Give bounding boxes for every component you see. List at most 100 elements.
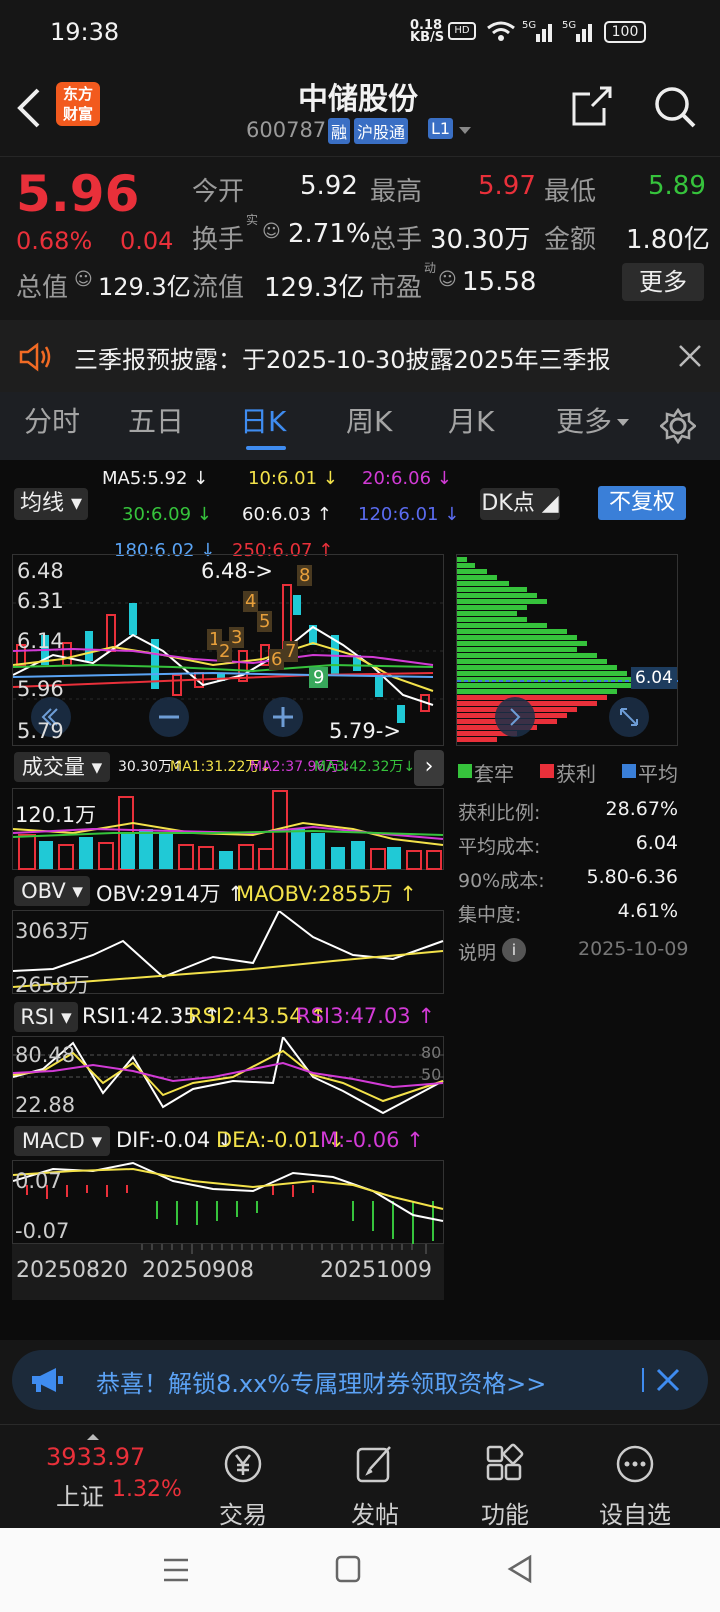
system-nav-bar	[0, 1528, 720, 1612]
chip-stat-label: 获利比例:	[458, 802, 541, 824]
expand-arrow-button[interactable]: ›	[414, 750, 444, 786]
tab-intraday[interactable]: 分时	[24, 392, 80, 460]
chevron-down-icon[interactable]	[458, 126, 472, 136]
signal-5g-icon-2: 5G	[562, 20, 592, 42]
macd-selector[interactable]: MACD ▾	[14, 1126, 110, 1156]
back-icon[interactable]	[506, 1554, 534, 1584]
eastmoney-logo[interactable]: 东方 财富	[56, 82, 100, 126]
gear-icon[interactable]	[660, 408, 696, 444]
promo-banner[interactable]: 恭喜！解锁8.xx%专属理财券领取资格>>	[12, 1350, 708, 1410]
up-arrow-icon	[87, 1434, 99, 1440]
mktcap-value: 129.3亿	[98, 273, 191, 301]
rsi-panel[interactable]: 80.48 22.88 80 50	[12, 1036, 445, 1118]
rsi-selector[interactable]: RSI ▾	[14, 1002, 78, 1032]
dk-point-button[interactable]: DK点 ◢	[480, 488, 560, 520]
index-value: 3933.97	[46, 1443, 146, 1471]
ma20-legend: 20:6.06 ↓	[362, 468, 452, 489]
obv-panel[interactable]: 3063万 2658万	[12, 910, 444, 997]
macd-panel[interactable]: 0.07 -0.07	[12, 1160, 444, 1245]
no-adjust-button[interactable]: 不复权	[598, 486, 686, 520]
nav-watchlist-label: 设自选	[599, 1501, 671, 1529]
turnover-label: 换手	[192, 225, 245, 255]
nine-turn-7: 7	[283, 641, 299, 662]
megaphone-icon	[32, 1368, 63, 1392]
tab-weekly-k[interactable]: 周K	[346, 392, 392, 460]
margin-badge: 融	[328, 118, 351, 144]
close-icon[interactable]	[656, 1368, 680, 1392]
menu-icon[interactable]	[162, 1556, 190, 1584]
speaker-icon	[19, 342, 51, 372]
vol-ma3: MA3:42.32万↓	[314, 759, 416, 775]
search-icon[interactable]	[652, 84, 698, 130]
nav-post-label: 发帖	[351, 1501, 399, 1529]
amount-value: 1.80亿	[626, 225, 710, 255]
index-name: 上证	[56, 1483, 104, 1511]
rsi-lines	[13, 1037, 445, 1115]
chip-note-date: 2025-10-09	[578, 938, 689, 960]
more-button[interactable]: 更多	[622, 263, 704, 301]
volume-panel[interactable]: 120.1万	[12, 788, 444, 870]
tab-more[interactable]: 更多	[556, 392, 612, 460]
info-icon-2[interactable]: ☺	[74, 269, 93, 290]
float-label: 流值	[192, 273, 245, 303]
legend-trapped: 套牢	[474, 762, 514, 786]
turnover-sup: 实	[246, 213, 259, 227]
rsi3-value: RSI3:47.03 ↑	[296, 1004, 435, 1028]
info-icon-3[interactable]: ☺	[438, 269, 457, 290]
low-marker: 5.79->	[329, 719, 401, 743]
maobv-value: MAOBV:2855万 ↑	[236, 882, 417, 906]
ma60-legend: 60:6.03 ↑	[242, 504, 332, 525]
date-ticks	[141, 1244, 427, 1254]
stock-header: 东方 财富 中储股份 600787 融 沪股通 L1	[0, 64, 720, 156]
pe-sup: 动	[424, 261, 437, 275]
pe-label: 市盈	[370, 273, 423, 303]
rsi-ref-50: 50	[421, 1065, 442, 1084]
info-icon[interactable]: ☺	[262, 221, 281, 242]
rsi-ref-80: 80	[421, 1043, 442, 1062]
wifi-icon	[487, 21, 515, 41]
home-icon[interactable]	[334, 1554, 362, 1584]
back-arrow-icon[interactable]	[14, 86, 44, 130]
share-icon[interactable]	[570, 84, 614, 128]
nine-turn-4: 4	[243, 591, 259, 612]
high-label: 最高	[370, 177, 423, 207]
macd-axis-bottom: -0.07	[15, 1219, 70, 1243]
notice-bar[interactable]: 三季报预披露：于2025-10-30披露2025年三季报	[0, 320, 720, 392]
battery-icon: 100	[604, 21, 646, 43]
high-value: 5.97	[478, 171, 536, 201]
tab-five-day[interactable]: 五日	[128, 392, 184, 460]
chip-stat-value: 4.61%	[617, 900, 678, 922]
chart-area: MA5:5.92 ↓ 10:6.01 ↓ 20:6.06 ↓ 30:6.09 ↓…	[0, 460, 720, 1340]
nine-turn-9: 9	[309, 667, 329, 688]
obv-value: OBV:2914万 ↑	[96, 882, 245, 906]
close-icon[interactable]	[678, 344, 702, 368]
low-label: 最低	[544, 177, 597, 207]
chip-distribution-panel[interactable]: 6.04	[456, 554, 679, 746]
date-label: 20250908	[142, 1258, 254, 1283]
float-value: 129.3亿	[264, 273, 365, 303]
chip-stat-value: 5.80-6.36	[586, 866, 678, 888]
rsi-axis-bottom: 22.88	[15, 1093, 76, 1117]
signal-5g-icon: 5G	[522, 20, 552, 42]
legend-swatch-trapped	[458, 764, 472, 778]
index-change: 1.32%	[112, 1477, 182, 1502]
ma-selector[interactable]: 均线 ▾	[14, 488, 88, 520]
zoom-in-button[interactable]	[263, 697, 303, 737]
info-icon[interactable]: i	[502, 938, 526, 962]
chip-stat-label: 集中度:	[458, 904, 522, 926]
tab-monthly-k[interactable]: 月K	[448, 392, 494, 460]
price-axis-label: 5.96	[17, 677, 64, 701]
chip-stat-label: 平均成本:	[458, 836, 541, 858]
change-percent: 0.68%	[16, 227, 93, 255]
zoom-out-button[interactable]	[149, 697, 189, 737]
avg-cost-tag: 6.04	[631, 667, 677, 689]
ma30-line	[13, 663, 434, 673]
kline-panel[interactable]: 6.48 6.31 6.14 5.96 5.79 6.48-> 5.79-> 1…	[12, 554, 445, 746]
hd-icon: HD	[448, 22, 476, 40]
chip-legend: 套牢 获利 平均	[458, 758, 708, 788]
obv-selector[interactable]: OBV ▾	[14, 876, 90, 906]
low-value: 5.89	[648, 171, 706, 201]
volume-selector[interactable]: 成交量 ▾	[14, 752, 110, 782]
last-price: 5.96	[16, 165, 140, 223]
nav-functions-label: 功能	[481, 1501, 529, 1529]
